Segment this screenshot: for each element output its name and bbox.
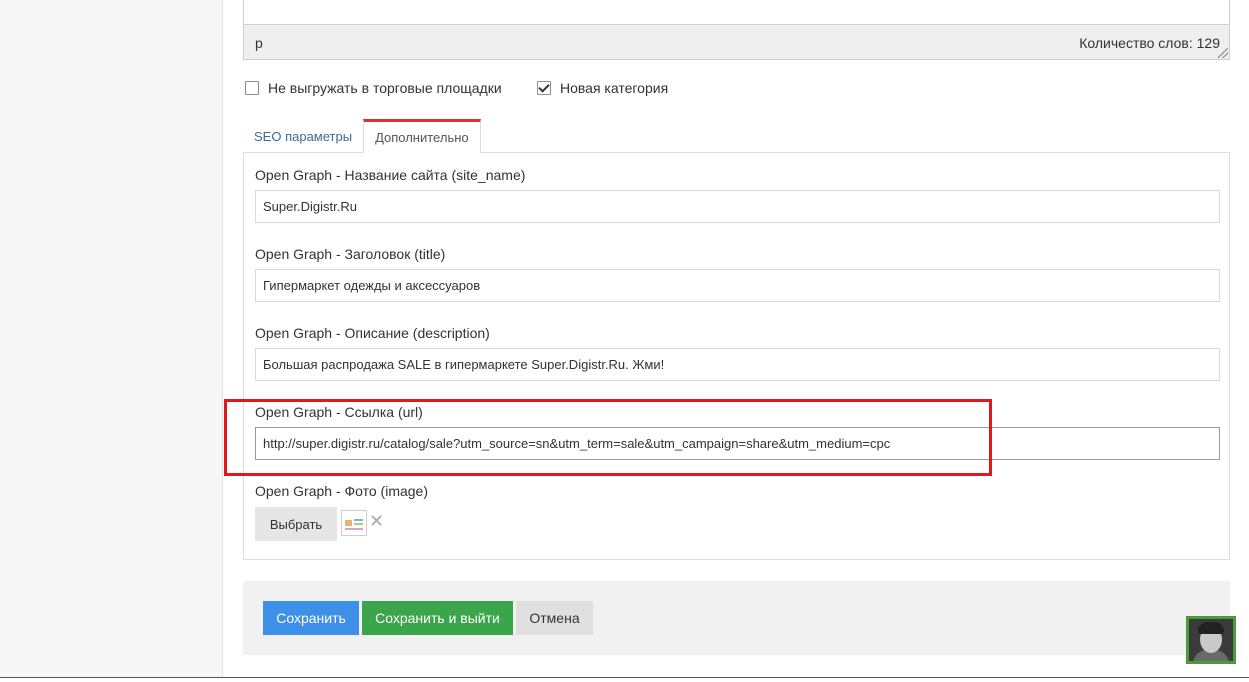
og-description-input[interactable] [255, 348, 1220, 381]
og-url-label: Open Graph - Ссылка (url) [255, 404, 423, 420]
editor-statusbar: p Количество слов: 129 [244, 24, 1229, 59]
og-title-input[interactable] [255, 269, 1220, 302]
no-export-option[interactable]: Не выгружать в торговые площадки [245, 80, 502, 96]
remove-image-icon[interactable]: ✕ [369, 511, 384, 531]
og-title-label: Open Graph - Заголовок (title) [255, 246, 446, 262]
additional-panel: Open Graph - Название сайта (site_name) … [224, 152, 1230, 560]
image-thumbnail[interactable] [341, 510, 367, 536]
editor-word-count: Количество слов: 129 [1079, 35, 1220, 51]
action-bar: Сохранить Сохранить и выйти Отмена [243, 581, 1230, 655]
resize-grip-icon[interactable] [1218, 48, 1228, 58]
og-image-label: Open Graph - Фото (image) [255, 483, 428, 499]
og-site-name-label: Open Graph - Название сайта (site_name) [255, 167, 526, 183]
cancel-button[interactable]: Отмена [516, 601, 593, 635]
save-button[interactable]: Сохранить [263, 601, 359, 635]
user-avatar[interactable] [1186, 616, 1236, 664]
new-category-checkbox[interactable] [537, 81, 551, 95]
choose-image-button[interactable]: Выбрать [255, 507, 337, 541]
no-export-checkbox[interactable] [245, 81, 259, 95]
save-and-exit-button[interactable]: Сохранить и выйти [362, 601, 513, 635]
og-description-label: Open Graph - Описание (description) [255, 325, 490, 341]
text-editor[interactable]: p Количество слов: 129 [243, 0, 1230, 60]
no-export-label: Не выгружать в торговые площадки [268, 80, 502, 96]
new-category-label: Новая категория [560, 80, 669, 96]
tab-bar: SEO параметры Дополнительно [243, 119, 481, 153]
tab-seo-params[interactable]: SEO параметры [243, 119, 363, 153]
og-url-input[interactable] [255, 427, 1220, 460]
new-category-option[interactable]: Новая категория [537, 80, 668, 96]
og-site-name-input[interactable] [255, 190, 1220, 223]
bottom-divider [0, 677, 1249, 682]
left-sidebar [0, 0, 223, 677]
editor-element-path[interactable]: p [255, 35, 263, 51]
tab-additional[interactable]: Дополнительно [363, 119, 481, 153]
